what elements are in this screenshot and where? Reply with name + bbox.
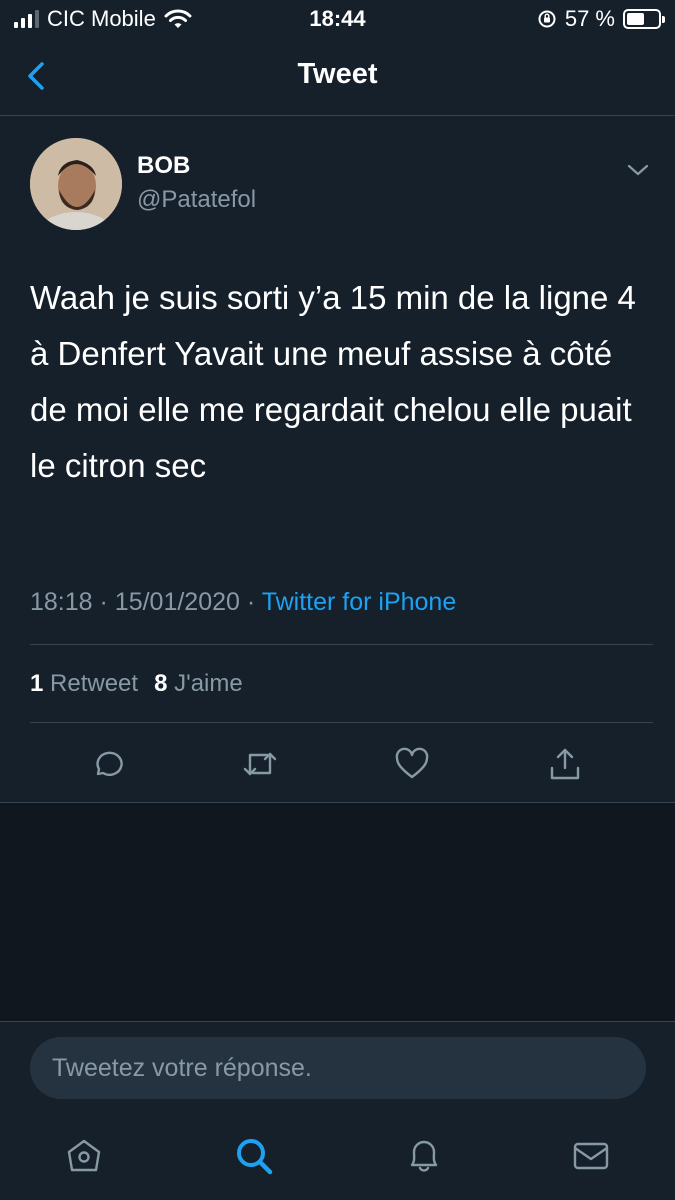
orientation-lock-icon: [538, 10, 556, 28]
likes-stat[interactable]: 8 J'aime: [154, 670, 243, 698]
meta-separator: ·: [99, 588, 108, 616]
notifications-icon: [410, 1140, 438, 1172]
status-bar: CIC Mobile 18:44 57 %: [0, 0, 675, 40]
reply-button[interactable]: [86, 744, 126, 784]
tweet-stats: 1 Retweet 8 J'aime: [30, 670, 243, 698]
retweet-icon: [243, 752, 277, 776]
reply-input[interactable]: Tweetez votre réponse.: [30, 1037, 646, 1099]
tweet-time: 18:18: [30, 588, 93, 616]
share-icon: [550, 748, 580, 780]
messages-icon: [573, 1142, 609, 1170]
meta-separator: ·: [246, 588, 256, 616]
retweet-label: Retweet: [50, 670, 139, 697]
retweet-count: 1: [30, 670, 44, 697]
page-title: Tweet: [297, 58, 378, 90]
like-button[interactable]: [392, 744, 432, 784]
more-options-button[interactable]: [626, 158, 650, 182]
like-count: 8: [154, 670, 168, 697]
home-icon: [67, 1139, 101, 1172]
retweets-stat[interactable]: 1 Retweet: [30, 670, 138, 698]
tweet-meta: 18:18 · 15/01/2020 · Twitter for iPhone: [30, 588, 456, 617]
like-icon: [395, 747, 429, 779]
tab-search[interactable]: [232, 1134, 276, 1178]
divider: [30, 644, 653, 645]
tab-messages[interactable]: [569, 1134, 613, 1178]
user-handle[interactable]: @Patatefol: [137, 186, 256, 214]
avatar[interactable]: [30, 138, 122, 230]
tab-home[interactable]: [62, 1134, 106, 1178]
battery-percent: 57 %: [564, 6, 615, 31]
reply-icon: [96, 751, 123, 776]
tweet-detail-screen: CIC Mobile 18:44 57 % Tweet BOB @Patatef…: [0, 0, 675, 1200]
retweet-button[interactable]: [240, 744, 280, 784]
like-label: J'aime: [174, 670, 243, 697]
tab-notifications[interactable]: [402, 1134, 446, 1178]
display-name[interactable]: BOB: [137, 152, 190, 180]
tweet-text: Waah je suis sorti y’a 15 min de la lign…: [30, 279, 636, 484]
tab-bar: [0, 1114, 675, 1200]
tweet-date: 15/01/2020: [114, 588, 240, 616]
battery-icon: [623, 9, 665, 29]
tweet-actions: [0, 744, 675, 784]
chevron-down-icon: [627, 164, 649, 176]
nav-header: Tweet: [0, 40, 675, 116]
reply-bar: Tweetez votre réponse.: [0, 1021, 675, 1114]
divider: [30, 722, 653, 723]
avatar-photo: [30, 138, 122, 230]
tweet-source-link[interactable]: Twitter for iPhone: [262, 588, 457, 616]
replies-area: [0, 803, 675, 1021]
search-icon: [237, 1139, 273, 1175]
share-button[interactable]: [545, 744, 585, 784]
